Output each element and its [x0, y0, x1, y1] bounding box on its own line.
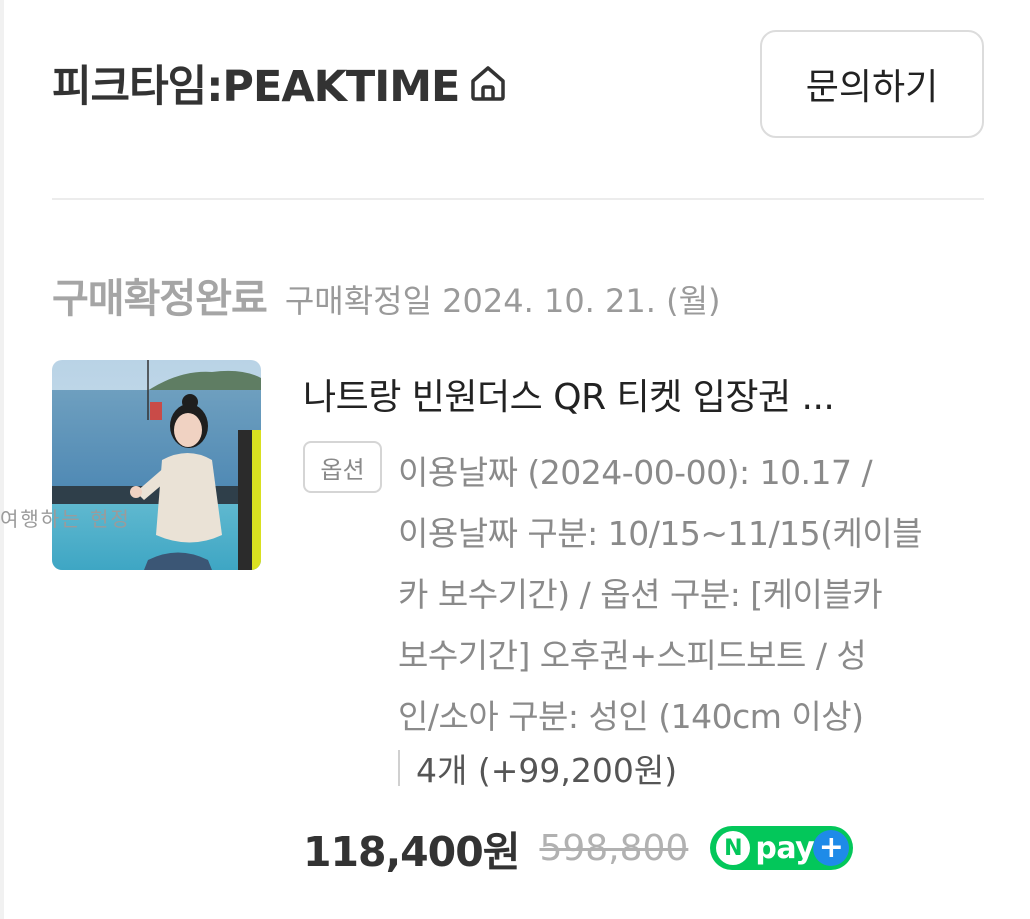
inquiry-button[interactable]: 문의하기 [760, 30, 984, 138]
product-title[interactable]: 나트랑 빈원더스 QR 티켓 입장권 ... [303, 368, 983, 420]
store-link[interactable]: 피크타임:PEAKTIME [52, 52, 509, 114]
quantity-divider [398, 750, 400, 786]
quantity-row: 4개 (+99,200원) [398, 742, 677, 794]
photo-watermark: 여행하는 현정 [0, 507, 131, 531]
npay-plus-icon: + [813, 830, 850, 866]
npay-badge: N pay + [710, 826, 854, 870]
option-line: 인/소아 구분: 성인 (140cm 이상) [398, 697, 864, 736]
option-line: 보수기간] 오후권+스피드보트 / 성 [398, 636, 867, 675]
option-details: 이용날짜 (2024-00-00): 10.17 / 이용날짜 구분: 10/1… [398, 442, 988, 747]
store-name: 피크타임:PEAKTIME [52, 62, 460, 112]
order-status: 구매확정완료 [52, 276, 268, 322]
option-line: 이용날짜 (2024-00-00): 10.17 / [398, 453, 873, 492]
order-status-row: 구매확정완료 구매확정일 2024. 10. 21. (월) [52, 266, 721, 324]
npay-label: pay [755, 830, 815, 866]
left-edge-line [0, 0, 4, 919]
npay-n-icon: N [716, 831, 751, 865]
original-price: 598,800 [539, 827, 689, 869]
header: 피크타임:PEAKTIME 문의하기 [52, 30, 984, 138]
divider [52, 198, 984, 200]
home-icon [467, 62, 509, 104]
quantity: 4개 (+99,200원) [416, 751, 678, 790]
option-line: 카 보수기간) / 옵션 구분: [케이블카 [398, 575, 883, 614]
option-badge: 옵션 [303, 441, 382, 493]
price-row: 118,400원 598,800 N pay + [303, 818, 854, 878]
option-line: 이용날짜 구분: 10/15~11/15(케이블 [398, 514, 923, 553]
confirm-date: 구매확정일 2024. 10. 21. (월) [284, 282, 721, 320]
price: 118,400원 [303, 828, 520, 876]
product-thumbnail[interactable] [52, 360, 261, 570]
